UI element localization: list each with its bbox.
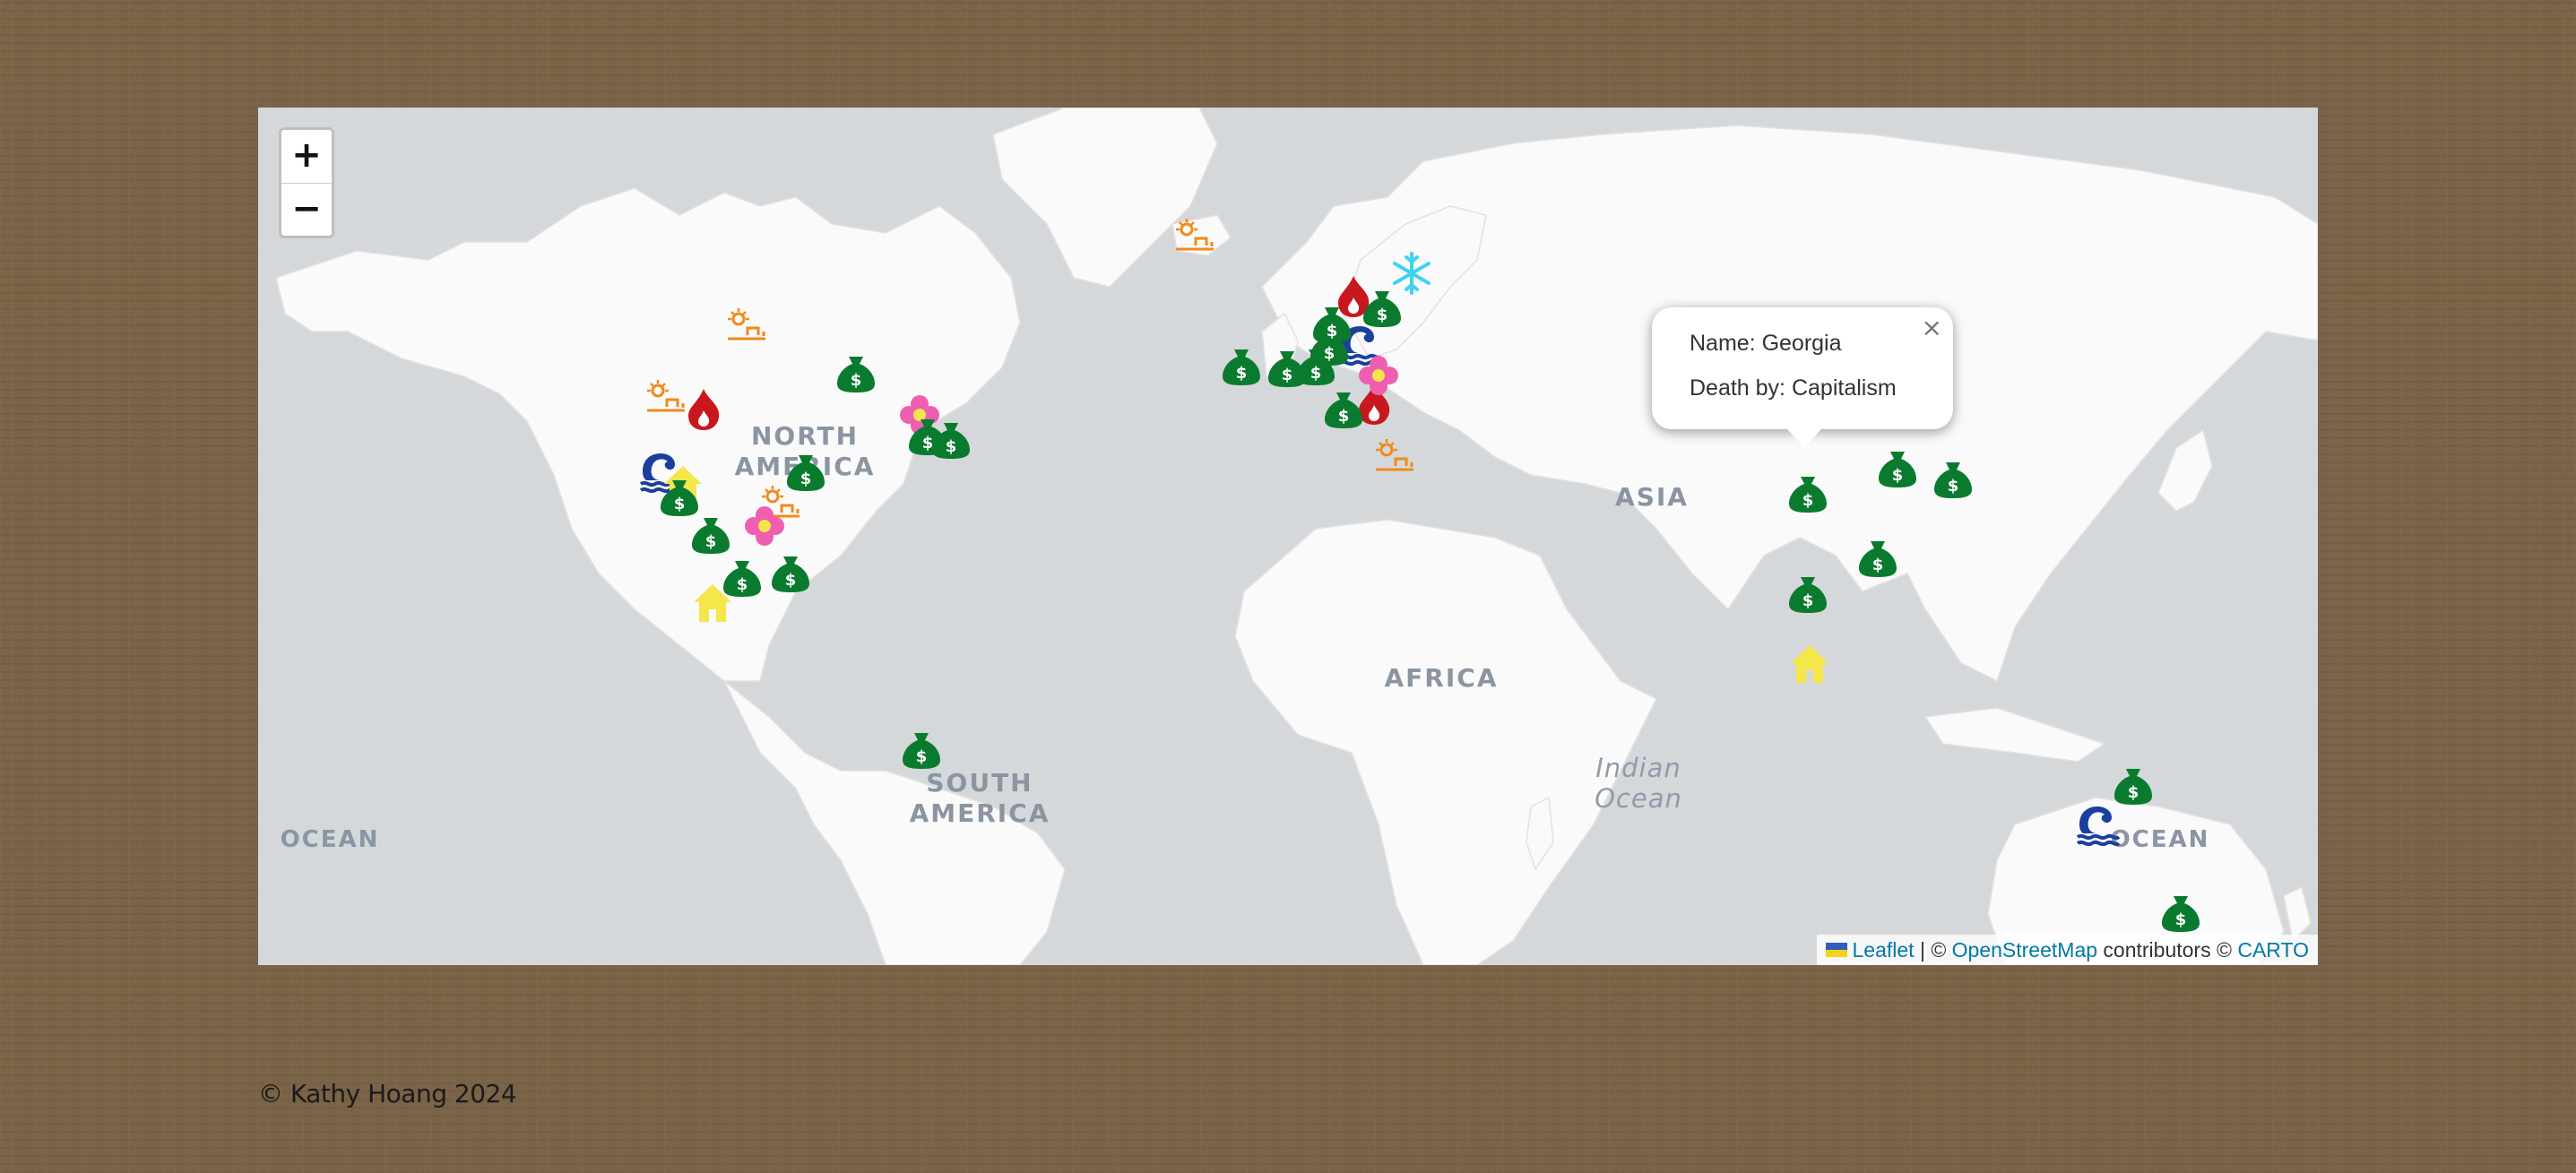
- map-container[interactable]: NORTH AMERICA SOUTH AMERICA AFRICA ASIA …: [258, 108, 2318, 965]
- money-bag-icon: $: [688, 511, 733, 556]
- continent-label-asia: ASIA: [1615, 482, 1689, 512]
- money-bag-icon: $: [1931, 455, 1975, 500]
- money-bag-icon: $: [720, 554, 765, 599]
- money-bag-marker[interactable]: $: [929, 416, 973, 461]
- svg-text:$: $: [1338, 407, 1350, 426]
- svg-text:$: $: [2128, 783, 2139, 802]
- money-bag-marker[interactable]: $: [834, 349, 878, 394]
- svg-text:$: $: [1327, 322, 1338, 341]
- popup-death-cause: Death by: Capitalism: [1690, 375, 1897, 401]
- house-icon: [1787, 642, 1832, 686]
- sun-faucet-icon: [1172, 217, 1217, 262]
- svg-text:$: $: [1377, 306, 1388, 324]
- popup-close-button[interactable]: ×: [1922, 313, 1942, 342]
- svg-text:$: $: [737, 575, 748, 594]
- zoom-in-button[interactable]: +: [281, 130, 332, 184]
- money-bag-marker[interactable]: $: [1219, 342, 1264, 387]
- money-bag-icon: $: [2111, 762, 2156, 806]
- sun-faucet-icon: [1372, 437, 1417, 482]
- svg-text:$: $: [1802, 591, 1814, 610]
- money-bag-icon: $: [899, 726, 944, 771]
- money-bag-marker[interactable]: $: [899, 726, 944, 771]
- money-bag-icon: $: [1875, 444, 1920, 489]
- svg-text:$: $: [1282, 366, 1293, 384]
- money-bag-marker[interactable]: $: [783, 448, 828, 493]
- money-bag-marker[interactable]: $: [1931, 455, 1975, 500]
- house-marker[interactable]: [1787, 642, 1832, 686]
- popup-name: Name: Georgia: [1690, 331, 1842, 356]
- money-bag-marker[interactable]: $: [720, 554, 765, 599]
- svg-text:$: $: [785, 571, 797, 590]
- sun-faucet-marker[interactable]: [1172, 217, 1217, 262]
- wave-icon: [2076, 801, 2121, 846]
- money-bag-marker[interactable]: $: [2111, 762, 2156, 806]
- money-bag-icon: $: [1785, 470, 1830, 514]
- money-bag-marker[interactable]: $: [1785, 470, 1830, 514]
- money-bag-icon: $: [1360, 284, 1405, 329]
- fire-icon: [681, 387, 726, 432]
- money-bag-icon: $: [2158, 889, 2203, 934]
- svg-text:$: $: [800, 470, 812, 488]
- world-basemap: [258, 108, 2318, 965]
- continent-label-south-america: SOUTH AMERICA: [909, 768, 1050, 828]
- svg-text:$: $: [2175, 910, 2187, 929]
- money-bag-marker[interactable]: $: [1855, 534, 1900, 579]
- continent-label-africa: AFRICA: [1384, 663, 1499, 693]
- attribution-contributors: contributors ©: [2103, 938, 2232, 962]
- zoom-control: + −: [279, 127, 334, 238]
- money-bag-marker[interactable]: $: [768, 549, 813, 594]
- money-bag-marker[interactable]: $: [1875, 444, 1920, 489]
- ocean-label-left: OCEAN: [280, 826, 380, 853]
- fire-marker[interactable]: [681, 387, 726, 432]
- money-bag-marker[interactable]: $: [1310, 300, 1354, 345]
- money-bag-marker[interactable]: $: [2158, 889, 2203, 934]
- svg-text:$: $: [1324, 344, 1336, 363]
- sun-faucet-marker[interactable]: [1372, 437, 1417, 482]
- flower-marker[interactable]: [742, 504, 787, 548]
- money-bag-marker[interactable]: $: [1785, 570, 1830, 615]
- carto-link[interactable]: CARTO: [2237, 938, 2309, 962]
- openstreetmap-link[interactable]: OpenStreetMap: [1952, 938, 2097, 962]
- money-bag-icon: $: [929, 416, 973, 461]
- ukraine-flag-icon: [1825, 942, 1847, 957]
- money-bag-icon: $: [1310, 300, 1354, 345]
- svg-text:$: $: [1802, 491, 1814, 510]
- money-bag-icon: $: [1219, 342, 1264, 387]
- svg-text:$: $: [674, 495, 686, 513]
- map-popup: × Name: Georgia Death by: Capitalism: [1652, 307, 1953, 447]
- footer-copyright: © Kathy Hoang 2024: [258, 1079, 517, 1108]
- svg-text:$: $: [705, 532, 717, 551]
- svg-text:$: $: [1236, 364, 1248, 383]
- attribution-separator: | ©: [1919, 938, 1947, 962]
- ocean-label-right: OCEAN: [2110, 826, 2210, 853]
- svg-text:$: $: [851, 371, 862, 390]
- wave-marker[interactable]: [2076, 801, 2121, 846]
- flower-icon: [742, 504, 787, 548]
- sun-faucet-marker[interactable]: [724, 306, 769, 351]
- zoom-out-button[interactable]: −: [281, 184, 332, 236]
- svg-text:$: $: [946, 437, 957, 456]
- leaflet-link[interactable]: Leaflet: [1853, 938, 1915, 962]
- map-attribution: Leaflet | © OpenStreetMap contributors ©…: [1816, 935, 2318, 965]
- svg-text:$: $: [1872, 556, 1884, 574]
- money-bag-icon: $: [1855, 534, 1900, 579]
- money-bag-marker[interactable]: $: [1321, 385, 1366, 430]
- ocean-label-indian: Indian Ocean: [1595, 753, 1682, 814]
- money-bag-icon: $: [1321, 385, 1366, 430]
- svg-text:$: $: [916, 747, 928, 766]
- svg-text:$: $: [1892, 466, 1904, 485]
- money-bag-marker[interactable]: $: [688, 511, 733, 556]
- svg-text:$: $: [1948, 477, 1959, 496]
- money-bag-icon: $: [783, 448, 828, 493]
- money-bag-marker[interactable]: $: [1360, 284, 1405, 329]
- money-bag-icon: $: [768, 549, 813, 594]
- money-bag-icon: $: [1785, 570, 1830, 615]
- money-bag-icon: $: [834, 349, 878, 394]
- sun-faucet-icon: [724, 306, 769, 351]
